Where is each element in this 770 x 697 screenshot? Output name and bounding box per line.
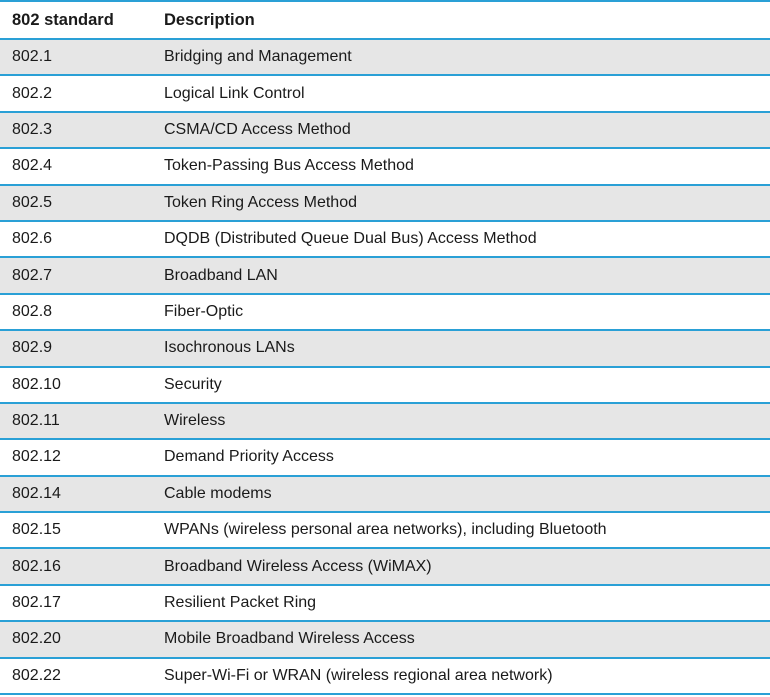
cell-description: Token-Passing Bus Access Method	[164, 157, 414, 175]
standards-table: 802 standard Description 802.1 Bridging a…	[0, 0, 770, 696]
table-row: 802.9 Isochronous LANs	[0, 331, 770, 368]
table-row: 802.4 Token-Passing Bus Access Method	[0, 149, 770, 186]
table-row: 802.22 Super-Wi-Fi or WRAN (wireless regi…	[0, 658, 770, 696]
cell-standard: 802.10	[12, 375, 61, 393]
cell-description: Logical Link Control	[164, 84, 305, 102]
cell-description: Cable modems	[164, 484, 272, 502]
cell-description: Broadband Wireless Access (WiMAX)	[164, 557, 432, 575]
cell-standard: 802.4	[12, 157, 53, 175]
table-row: 802.16 Broadband Wireless Access (WiMAX)	[0, 549, 770, 586]
cell-standard: 802.2	[12, 84, 53, 102]
cell-description: Demand Priority Access	[164, 448, 334, 466]
cell-description: Wireless	[164, 412, 226, 430]
table-row: 802.7 Broadband LAN	[0, 258, 770, 295]
cell-standard: 802.8	[12, 302, 53, 320]
cell-standard: 802.14	[12, 484, 61, 502]
table-row: 802.20 Mobile Broadband Wireless Access	[0, 622, 770, 659]
cell-description: Security	[164, 375, 222, 393]
cell-standard: 802.20	[12, 630, 61, 648]
cell-description: Fiber-Optic	[164, 302, 244, 320]
cell-description: Mobile Broadband Wireless Access	[164, 630, 415, 648]
table-body: 802.1 Bridging and Management 802.2 Logical…	[0, 40, 770, 696]
table-row: 802.11 Wireless	[0, 403, 770, 441]
cell-standard: 802.17	[12, 594, 61, 612]
cell-description: DQDB (Distributed Queue Dual Bus) Access…	[164, 230, 537, 248]
cell-standard: 802.7	[12, 266, 53, 284]
header-standard: 802 standard	[12, 10, 114, 29]
cell-standard: 802.9	[12, 339, 53, 357]
table-header-row: 802 standard Description	[0, 2, 770, 40]
cell-description: Bridging and Management	[164, 48, 352, 66]
table-row: 802.5 Token Ring Access Method	[0, 185, 770, 222]
table-row: 802.15 WPANs (wireless personal area netw…	[0, 513, 770, 550]
table-row: 802.8 Fiber-Optic	[0, 294, 770, 332]
cell-standard: 802.16	[12, 557, 61, 575]
cell-standard: 802.1	[12, 48, 53, 66]
cell-standard: 802.5	[12, 193, 53, 211]
cell-description: CSMA/CD Access Method	[164, 120, 351, 138]
header-description: Description	[164, 10, 255, 29]
cell-description: Broadband LAN	[164, 266, 278, 284]
table-row: 802.2 Logical Link Control	[0, 76, 770, 113]
cell-standard: 802.12	[12, 448, 61, 466]
table-row: 802.10 Security	[0, 367, 770, 404]
cell-standard: 802.11	[12, 412, 60, 430]
cell-description: WPANs (wireless personal area networks),…	[164, 521, 607, 539]
table-row: 802.1 Bridging and Management	[0, 40, 770, 77]
cell-description: Resilient Packet Ring	[164, 594, 317, 612]
table-row: 802.12 Demand Priority Access	[0, 440, 770, 477]
table-row: 802.6 DQDB (Distributed Queue Dual Bus) A…	[0, 221, 770, 259]
cell-standard: 802.6	[12, 230, 53, 248]
cell-standard: 802.22	[12, 666, 61, 684]
table-row: 802.14 Cable modems	[0, 476, 770, 514]
cell-description: Super-Wi-Fi or WRAN (wireless regional a…	[164, 666, 553, 684]
table-row: 802.3 CSMA/CD Access Method	[0, 112, 770, 150]
cell-standard: 802.3	[12, 120, 53, 138]
cell-description: Token Ring Access Method	[164, 193, 357, 211]
table-row: 802.17 Resilient Packet Ring	[0, 585, 770, 623]
cell-standard: 802.15	[12, 521, 61, 539]
cell-description: Isochronous LANs	[164, 339, 295, 357]
